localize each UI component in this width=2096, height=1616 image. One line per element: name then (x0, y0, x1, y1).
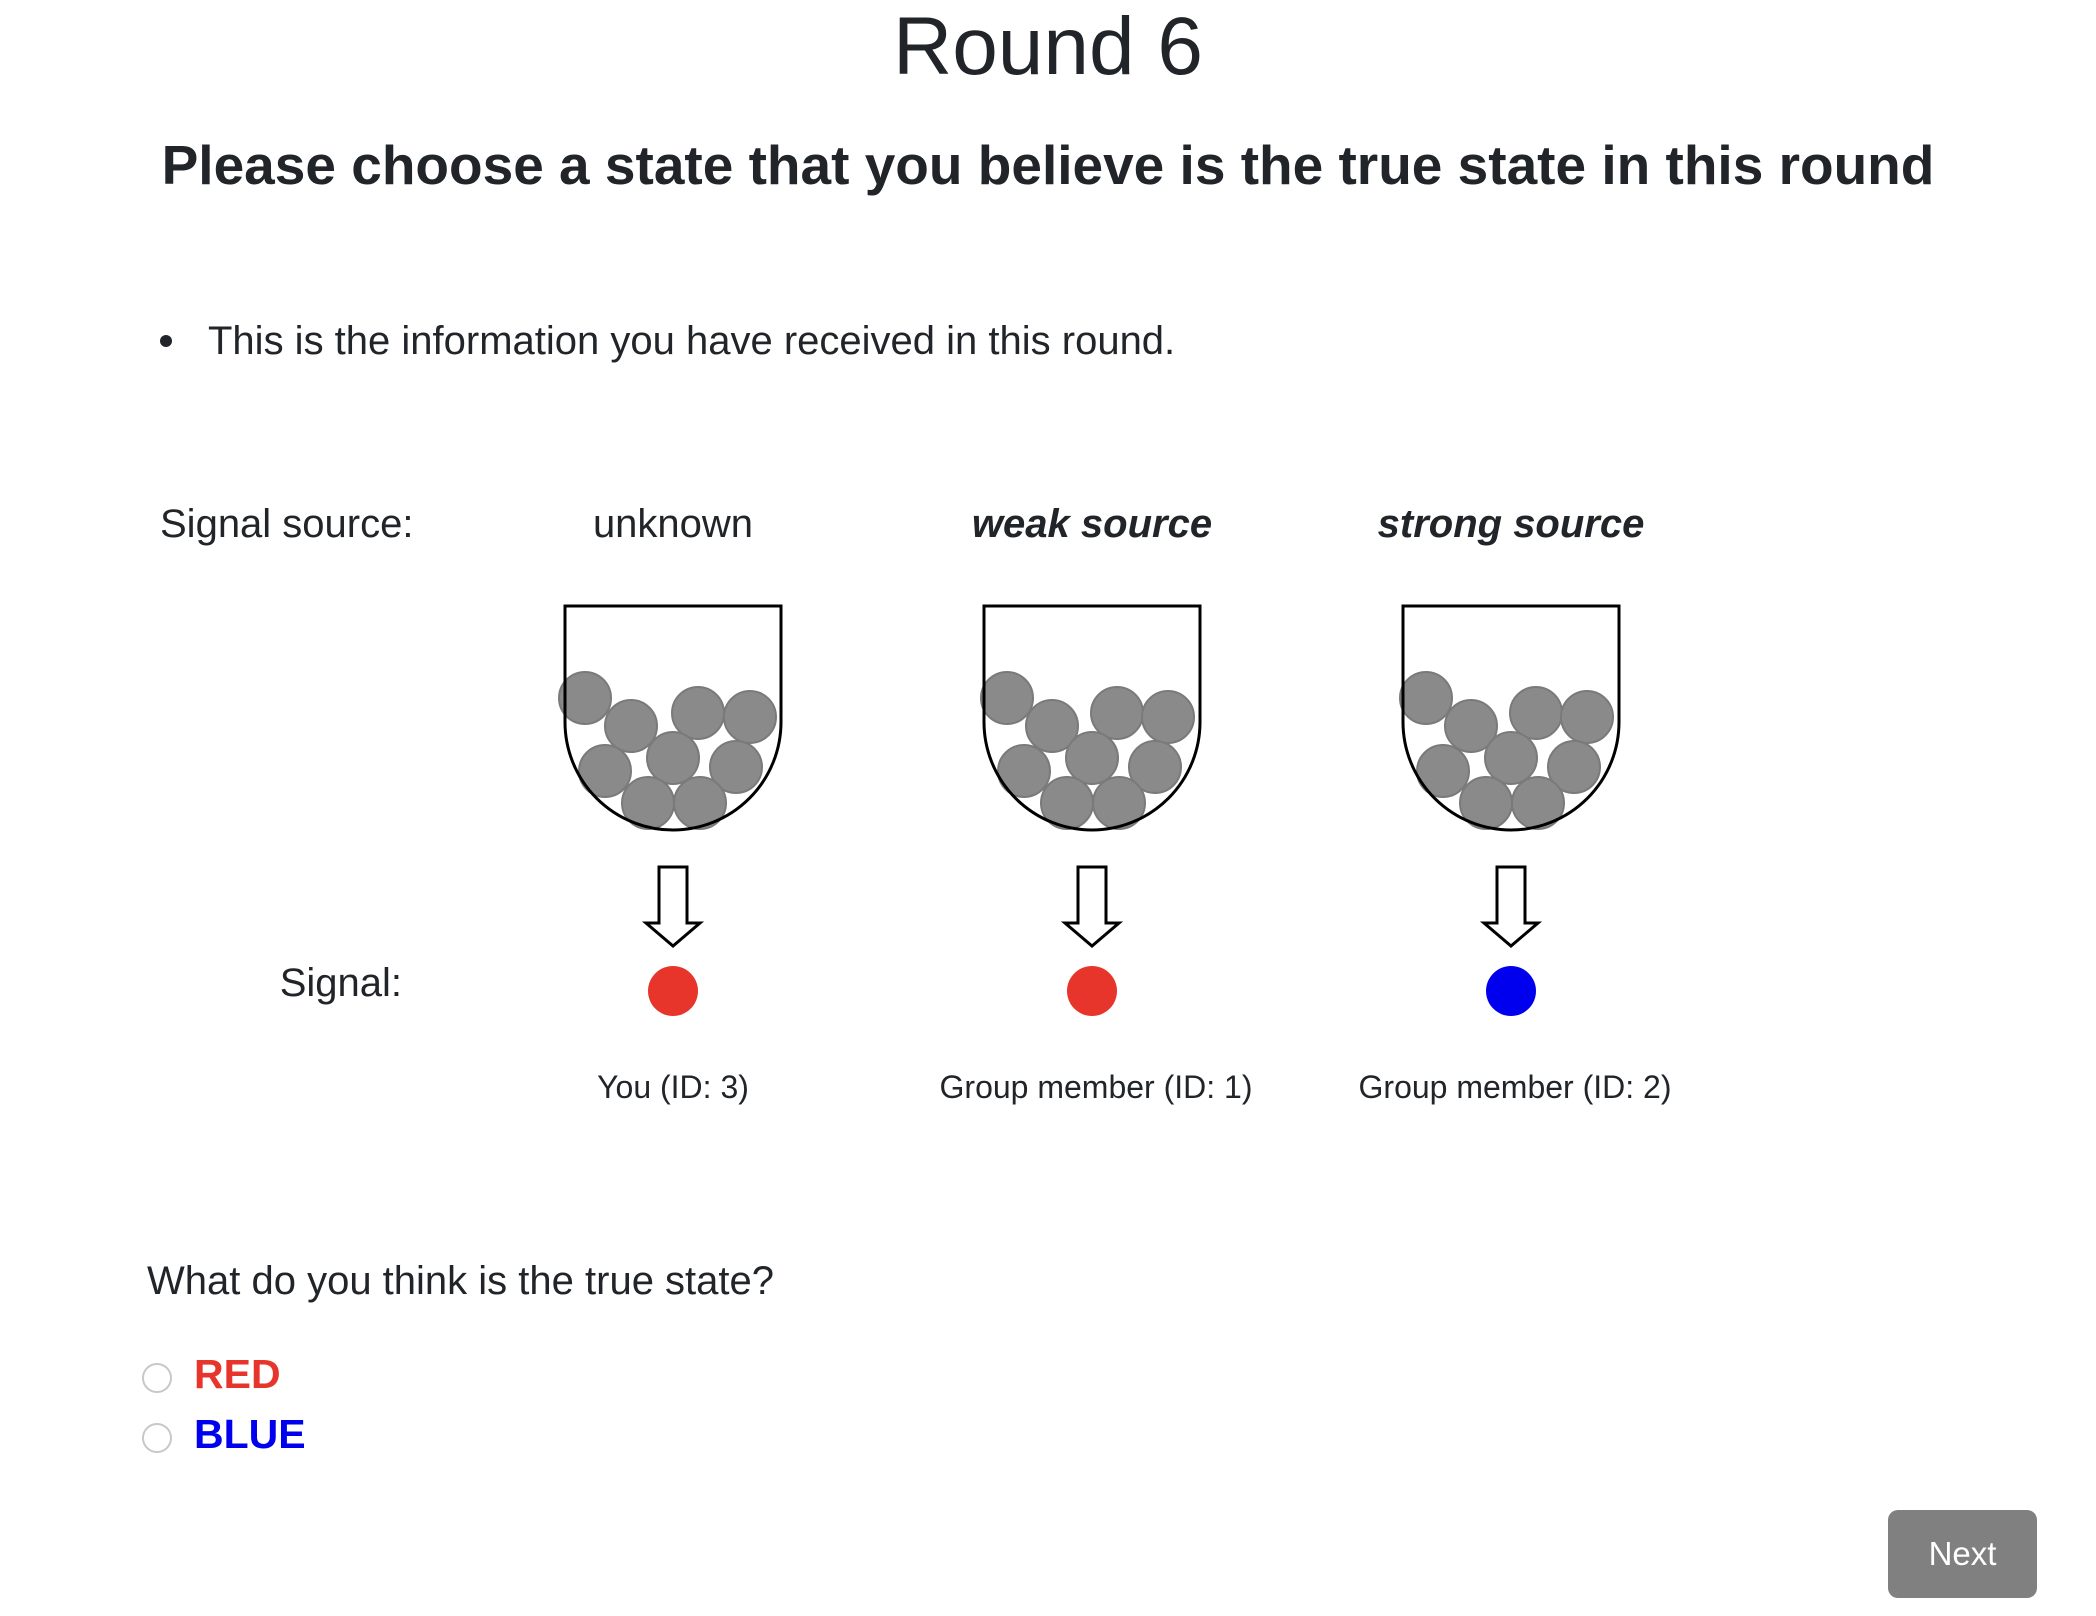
urn-group-weak (980, 604, 1202, 1016)
question-text: What do you think is the true state? (147, 1259, 775, 1303)
urn-group-strong (1399, 604, 1621, 1016)
page-title: Round 6 (892, 1, 1204, 92)
urn-ball (1399, 671, 1453, 725)
urn-group-unknown (558, 604, 783, 1016)
urn-ball (558, 671, 612, 725)
info-bullet: This is the information you have receive… (160, 316, 1175, 366)
urn-ball (1459, 776, 1513, 830)
urn-ball (1092, 776, 1146, 830)
urn-icon (982, 604, 1202, 832)
urn-ball (1065, 731, 1119, 785)
urn-diagram (558, 604, 1621, 1016)
down-arrow-icon (1060, 865, 1124, 948)
urn-ball (980, 671, 1034, 725)
urn-ball (646, 731, 700, 785)
urn-ball (1025, 699, 1079, 753)
urn-ball (723, 690, 777, 744)
option-blue-label[interactable]: BLUE (194, 1409, 306, 1459)
urn-ball (1511, 776, 1565, 830)
instruction-heading: Please choose a state that you believe i… (161, 134, 1935, 196)
urn-icon (1401, 604, 1621, 832)
member-label-2: Group member (ID: 2) (1358, 1069, 1672, 1105)
source-title-weak: weak source (971, 502, 1213, 546)
urn-ball (1141, 690, 1195, 744)
source-title-strong: strong source (1377, 502, 1645, 546)
bullet-dot-icon (160, 335, 172, 347)
urn-ball (1040, 776, 1094, 830)
member-label-you: You (ID: 3) (597, 1069, 749, 1105)
urn-icon (563, 604, 783, 832)
urn-ball (1547, 740, 1601, 794)
signal-dot-strong (1486, 966, 1536, 1016)
option-red[interactable]: RED (142, 1349, 281, 1399)
next-button[interactable]: Next (1888, 1510, 2037, 1598)
signal-label: Signal: (279, 961, 402, 1005)
down-arrow-icon (641, 865, 705, 948)
urn-ball (1416, 744, 1470, 798)
radio-blue[interactable] (142, 1423, 172, 1453)
option-blue[interactable]: BLUE (142, 1409, 306, 1459)
radio-red[interactable] (142, 1363, 172, 1393)
urn-ball (621, 776, 675, 830)
urn-ball (1128, 740, 1182, 794)
urn-ball (671, 686, 725, 740)
info-bullet-text: This is the information you have receive… (208, 319, 1176, 363)
urn-ball (578, 744, 632, 798)
source-title-unknown: unknown (592, 502, 754, 546)
urn-ball (1444, 699, 1498, 753)
urn-ball (1509, 686, 1563, 740)
urn-ball (709, 740, 763, 794)
member-label-1: Group member (ID: 1) (939, 1069, 1253, 1105)
signal-dot-unknown (648, 966, 698, 1016)
urn-ball (997, 744, 1051, 798)
urn-ball (673, 776, 727, 830)
urn-ball (604, 699, 658, 753)
option-red-label[interactable]: RED (194, 1349, 281, 1399)
urn-ball (1560, 690, 1614, 744)
urn-ball (1090, 686, 1144, 740)
down-arrow-icon (1479, 865, 1543, 948)
urn-ball (1484, 731, 1538, 785)
signal-dot-weak (1067, 966, 1117, 1016)
signal-source-label: Signal source: (160, 502, 414, 546)
